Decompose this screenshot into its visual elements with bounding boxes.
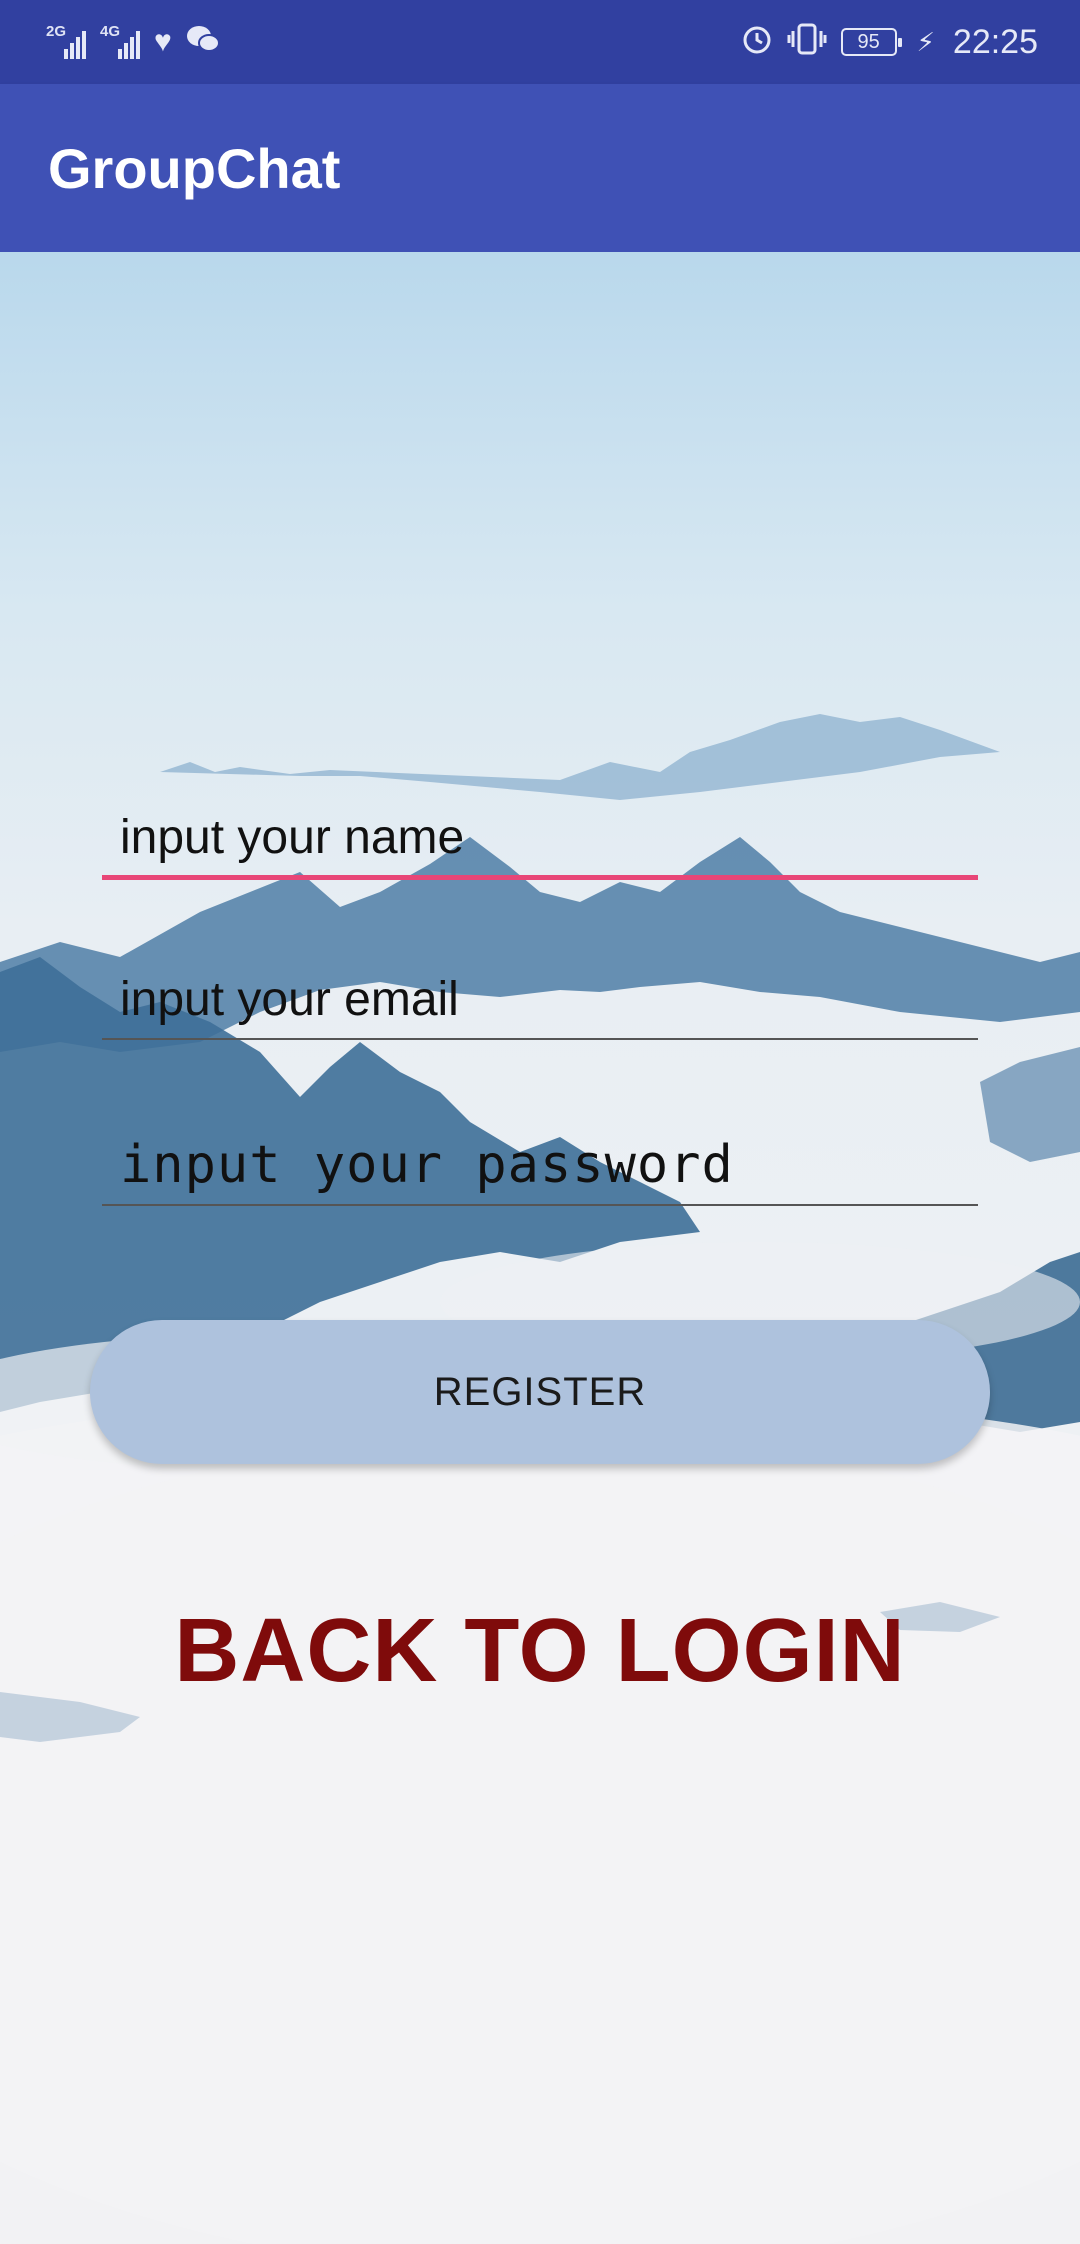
battery-level: 95 xyxy=(857,30,880,53)
status-time: 22:25 xyxy=(952,22,1038,61)
status-bar: 2G 4G ♥ 95 ⚡ 22:25 xyxy=(0,0,1080,84)
health-icon: ♥ xyxy=(154,25,172,58)
email-input[interactable] xyxy=(102,960,978,1040)
battery-icon: 95 xyxy=(840,28,902,56)
background-image xyxy=(0,252,1080,2244)
alarm-icon xyxy=(741,23,773,61)
app-bar: GroupChat xyxy=(0,84,1080,252)
signal-icon: 4G xyxy=(100,23,140,59)
name-input[interactable] xyxy=(102,800,978,880)
password-input[interactable] xyxy=(102,1126,978,1206)
register-button[interactable]: REGISTER xyxy=(90,1320,990,1464)
network-type-2: 4G xyxy=(100,23,121,40)
charging-icon: ⚡ xyxy=(916,27,935,57)
status-left: 2G 4G ♥ xyxy=(46,23,220,60)
signal-icon: 2G xyxy=(46,23,86,59)
mountains-illustration xyxy=(0,714,1080,2244)
wechat-icon xyxy=(186,24,220,60)
network-type-1: 2G xyxy=(46,23,67,40)
app-title: GroupChat xyxy=(48,136,341,200)
vibrate-icon xyxy=(787,23,827,61)
back-to-login-link[interactable]: BACK TO LOGIN xyxy=(0,1600,1080,1703)
status-right: 95 ⚡ 22:25 xyxy=(741,23,1038,62)
